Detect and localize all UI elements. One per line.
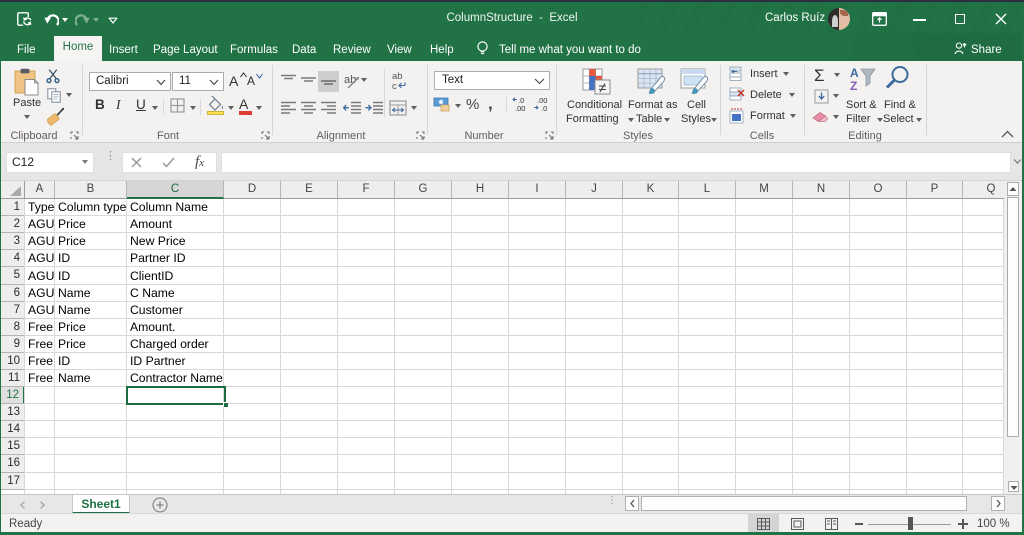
svg-text:.0: .0 xyxy=(541,104,547,112)
svg-text:A: A xyxy=(850,66,859,80)
svg-text:.00: .00 xyxy=(515,104,525,112)
svg-text:c: c xyxy=(392,81,397,92)
svg-text:ab: ab xyxy=(344,74,356,86)
svg-text:Z: Z xyxy=(850,79,857,93)
